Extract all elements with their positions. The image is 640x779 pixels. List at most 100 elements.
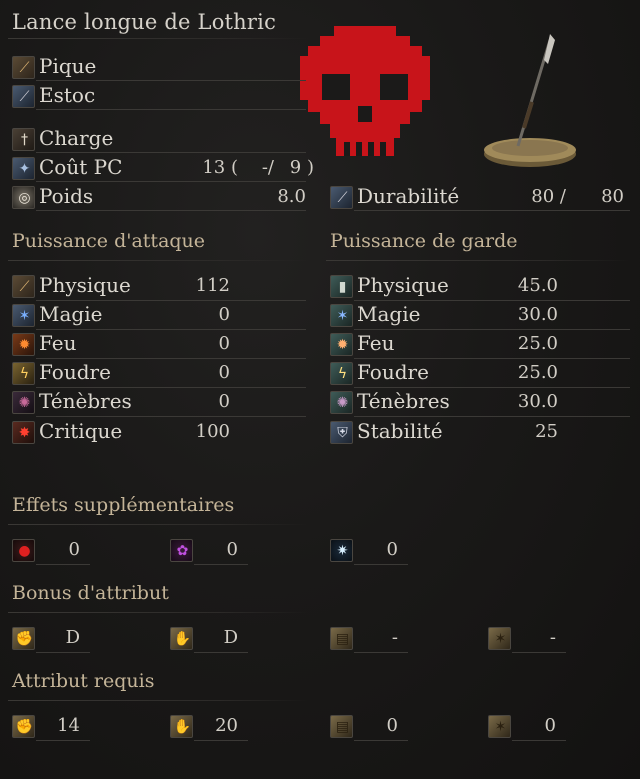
fp-cost-row: ✦ Coût PC 13 ( -/ 9 ) [12,155,314,183]
guard-row-label: Foudre [357,360,429,384]
guard-row-fire: ✹ Feu 25.0 [330,331,630,359]
attack-row-magic: ✶ Magie 0 [12,302,308,330]
attack-row-label: Magie [39,302,103,326]
dark-icon: ✺ [12,391,35,414]
divider [36,109,306,110]
attack-row-value: 0 [218,362,230,383]
durability-row: ⟋ Durabilité 80 / 80 [330,184,630,212]
attack-row-value: 0 [218,391,230,412]
effect-value: 0 [68,539,80,560]
divider [36,387,306,388]
bonus-dexterity: ✋ D [170,625,242,653]
divider [36,564,90,565]
bleed-icon: ● [12,539,35,562]
faith-icon: ✶ [488,715,511,738]
lightning-icon: ϟ [12,362,35,385]
guard-row-stability: ⛨ Stabilité 25 [330,419,630,447]
thrust-icon: ⟋ [12,56,35,79]
spear-item-icon [484,34,576,167]
req-dexterity: ✋ 20 [170,713,242,741]
divider [354,652,408,653]
guard-row-label: Physique [357,273,449,297]
guard-row-label: Magie [357,302,421,326]
attack-row-label: Ténèbres [39,389,132,413]
divider [194,652,248,653]
dexterity-icon: ✋ [170,715,193,738]
divider [8,700,308,701]
divider [194,740,248,741]
poison-effect: ✿ 0 [170,537,242,565]
attack-row-label: Physique [39,273,131,297]
req-value: 0 [544,715,556,736]
intelligence-icon: ▤ [330,627,353,650]
attack-type-label: Estoc [39,83,96,107]
req-intelligence: ▤ 0 [330,713,402,741]
guard-row-value: 30.0 [517,304,558,325]
stability-icon: ⛨ [330,421,353,444]
attack-row-label: Critique [39,419,123,443]
divider [8,612,308,613]
divider [36,358,306,359]
guard-row-value: 45.0 [517,275,558,296]
bonus-faith: ✶ - [488,625,560,653]
weight-row: ◎ Poids 8.0 [12,184,308,212]
skill-label: Charge [39,126,114,150]
durability-icon: ⟋ [330,186,353,209]
guard-row-label: Feu [357,331,395,355]
attack-row-value: 100 [195,421,230,442]
divider [36,652,90,653]
fp-cost-max: 9 ) [289,157,314,178]
divider [354,564,408,565]
attack-type-row: ⟋ Pique [12,54,308,82]
fp-cost-label: Coût PC [39,155,123,179]
durability-current: 80 / [531,186,566,207]
divider [512,652,566,653]
req-value: 14 [57,715,80,736]
magic-guard-icon: ✶ [330,304,353,327]
divider [8,38,308,39]
attack-row-physical: ⟋ Physique 112 [12,273,308,301]
bonus-value: - [391,627,398,648]
divider [326,260,630,261]
guard-row-dark: ✺ Ténèbres 30.0 [330,389,630,417]
divider [354,387,630,388]
frost-icon: ✷ [330,539,353,562]
bonus-strength: ✊ D [12,625,84,653]
critical-icon: ✸ [12,421,35,444]
guard-row-physical: ▮ Physique 45.0 [330,273,630,301]
attack-row-label: Feu [39,331,77,355]
divider [8,260,308,261]
intelligence-icon: ▤ [330,715,353,738]
skill-row: † Charge [12,126,308,154]
effect-value: 0 [386,539,398,560]
fp-icon: ✦ [12,157,35,180]
attack-power-title: Puissance d'attaque [12,230,206,252]
item-detail-panel: Lance longue de Lothric ⟋ Pique ⟋ Estoc … [0,0,640,779]
guard-power-title: Puissance de garde [330,230,518,252]
divider [354,740,408,741]
divider [36,80,306,81]
poison-icon: ✿ [170,539,193,562]
physical-attack-icon: ⟋ [12,275,35,298]
divider [36,152,306,153]
bonus-value: - [549,627,556,648]
divider [354,416,630,417]
guard-row-value: 30.0 [517,391,558,412]
guard-row-value: 25.0 [517,362,558,383]
lightning-guard-icon: ϟ [330,362,353,385]
guard-row-label: Ténèbres [357,389,450,413]
dark-guard-icon: ✺ [330,391,353,414]
divider [8,524,308,525]
attack-type-row: ⟋ Estoc [12,83,308,111]
strength-icon: ✊ [12,627,35,650]
divider [354,358,630,359]
divider [354,300,630,301]
weapon-name: Lance longue de Lothric [12,10,277,34]
guard-row-magic: ✶ Magie 30.0 [330,302,630,330]
req-value: 20 [215,715,238,736]
guard-row-label: Stabilité [357,419,443,443]
bonus-value: D [65,627,80,648]
fire-guard-icon: ✹ [330,333,353,356]
dexterity-icon: ✋ [170,627,193,650]
divider [36,210,306,211]
